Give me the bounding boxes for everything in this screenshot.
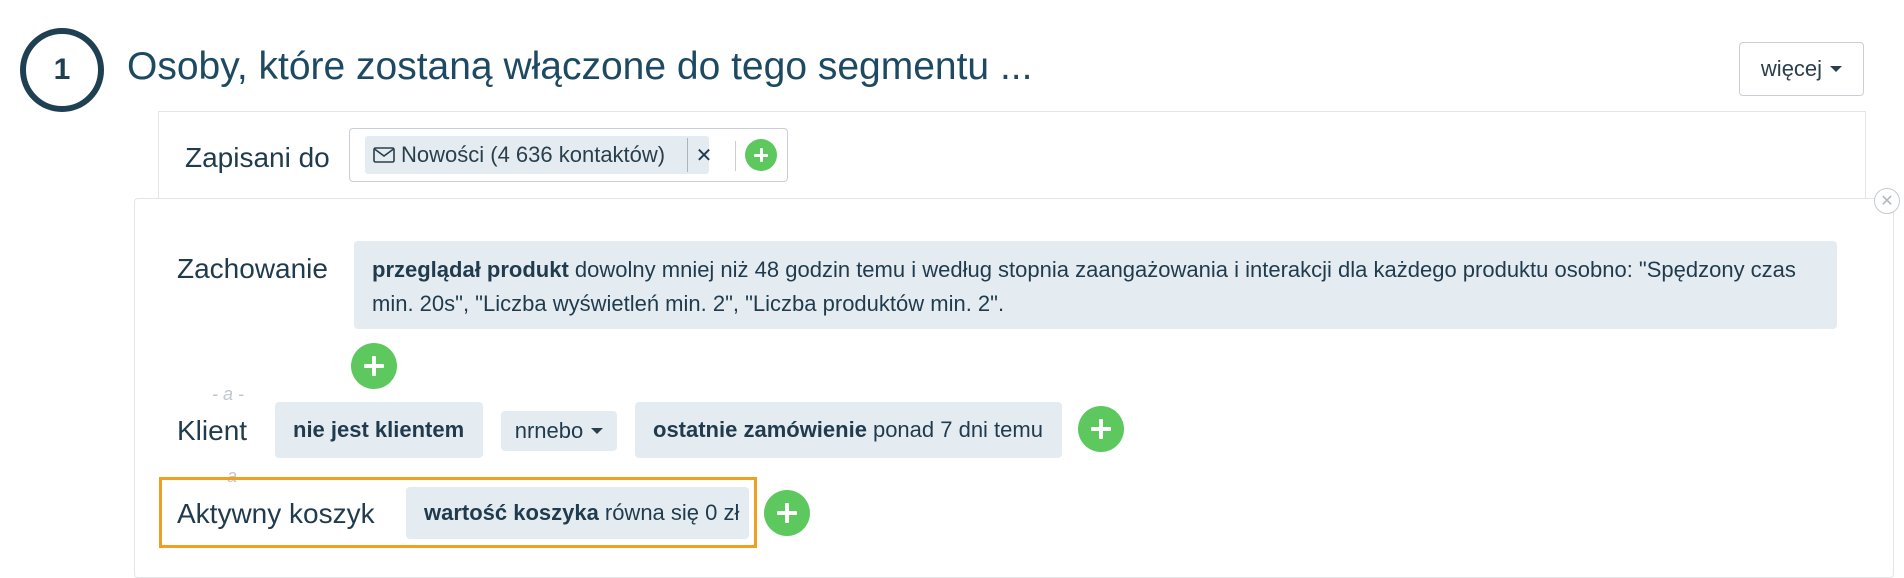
list-tag: Nowości (4 636 kontaktów) ✕ [365, 136, 712, 174]
cart-condition[interactable]: wartość koszyka równa się 0 zł [406, 487, 749, 539]
envelope-icon [373, 147, 395, 163]
cart-condition-bold: wartość koszyka [424, 500, 599, 525]
client-condition-2-bold: ostatnie zamówienie [653, 417, 867, 442]
close-icon[interactable]: ✕ [1874, 188, 1900, 214]
subscribed-label: Zapisani do [185, 142, 330, 173]
add-cart-button[interactable] [764, 490, 810, 536]
caret-down-icon [591, 428, 604, 434]
client-label: Klient [177, 415, 248, 446]
selector-divider [735, 141, 736, 171]
add-list-button[interactable] [745, 139, 777, 171]
and-separator: - a - [212, 384, 245, 404]
behavior-condition-bold: przeglądał produkt [372, 257, 569, 282]
step-number-badge: 1 [20, 28, 104, 112]
cart-label: Aktywny koszyk [177, 498, 375, 529]
more-button[interactable]: więcej [1739, 42, 1864, 96]
operator-dropdown[interactable]: nrnebo [501, 411, 617, 451]
add-behavior-button[interactable] [351, 343, 397, 389]
remove-tag-icon[interactable]: ✕ [694, 136, 714, 174]
client-condition-2[interactable]: ostatnie zamówienie ponad 7 dni temu [635, 402, 1062, 458]
behavior-condition[interactable]: przeglądał produkt dowolny mniej niż 48 … [354, 241, 1837, 329]
behavior-label: Zachowanie [177, 253, 328, 284]
client-condition-1-text: nie jest klientem [293, 417, 465, 442]
add-client-button[interactable] [1078, 406, 1124, 452]
list-selector[interactable]: Nowości (4 636 kontaktów) ✕ [349, 128, 788, 182]
more-button-label: więcej [1760, 56, 1823, 81]
operator-label: nrnebo [514, 418, 584, 443]
caret-down-icon [1830, 66, 1843, 72]
behavior-condition-text: dowolny mniej niż 48 godzin temu i wedłu… [372, 257, 1796, 316]
segment-title: Osoby, które zostaną włączone do tego se… [127, 45, 1033, 88]
cart-condition-text: równa się 0 zł [604, 500, 740, 525]
client-condition-2-text: ponad 7 dni temu [872, 417, 1043, 442]
list-tag-text: Nowości (4 636 kontaktów) [401, 142, 666, 167]
client-condition-1[interactable]: nie jest klientem [275, 402, 483, 458]
tag-divider [687, 138, 688, 172]
step-number: 1 [53, 53, 71, 86]
